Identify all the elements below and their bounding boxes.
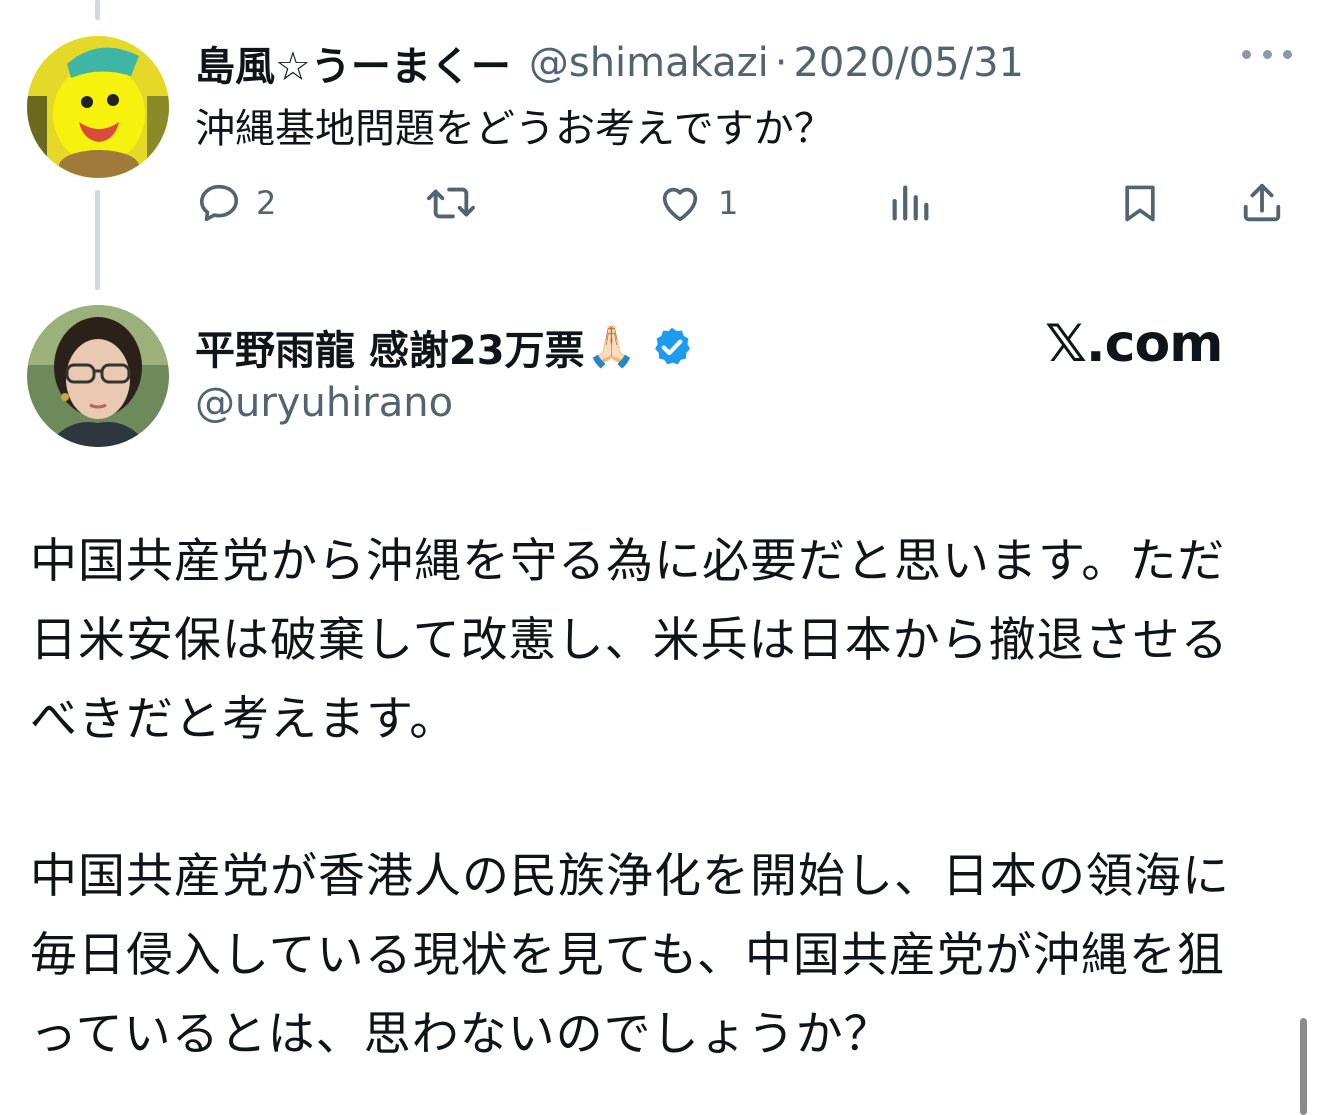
reply-action[interactable]: 2 bbox=[196, 180, 276, 226]
reply-count: 2 bbox=[256, 184, 277, 222]
paragraph-1-line: 日米安保は破棄して改憲し、米兵は日本から撤退させる bbox=[30, 613, 1229, 668]
paragraph-1-line: 中国共産党から沖縄を守る為に必要だと思います。ただ bbox=[30, 534, 1226, 589]
retweet-action[interactable] bbox=[425, 180, 491, 226]
main-handle[interactable]: @uryuhirano bbox=[195, 380, 453, 426]
like-action[interactable]: 1 bbox=[656, 180, 738, 226]
verified-badge-icon[interactable] bbox=[650, 325, 694, 369]
reply-separator: · bbox=[774, 40, 788, 86]
more-icon[interactable] bbox=[1242, 44, 1292, 64]
scrollbar[interactable] bbox=[1300, 1018, 1307, 1115]
reply-handle[interactable]: @shimakazi bbox=[529, 40, 769, 86]
thread-line-top bbox=[95, 0, 100, 20]
bookmark-icon bbox=[1125, 185, 1155, 222]
avatar-shimakazi[interactable] bbox=[27, 36, 169, 178]
main-display-name[interactable]: 平野雨龍 感謝23万票 bbox=[195, 318, 585, 376]
xcom-watermark: 𝕏.com bbox=[1045, 314, 1223, 374]
share-action[interactable] bbox=[1238, 180, 1286, 226]
paragraph-2-line: っているとは、思わないのでしょうか？ bbox=[30, 1007, 892, 1062]
reply-icon bbox=[199, 184, 239, 222]
like-count: 1 bbox=[718, 184, 739, 222]
share-icon bbox=[1243, 183, 1281, 222]
like-icon bbox=[662, 187, 698, 222]
views-action[interactable] bbox=[887, 180, 933, 226]
main-tweet-paragraph-1: 中国共産党から沖縄を守る為に必要だと思います。ただ 日米安保は破棄して改憲し、米… bbox=[30, 522, 1295, 759]
thread-line-connector bbox=[95, 190, 100, 290]
bookmark-action[interactable] bbox=[1118, 180, 1162, 226]
retweet-icon bbox=[427, 187, 475, 219]
reply-date[interactable]: 2020/05/31 bbox=[793, 40, 1024, 86]
views-icon bbox=[892, 185, 929, 221]
paragraph-2-line: 毎日侵入している現状を見ても、中国共産党が沖縄を狙 bbox=[30, 928, 1225, 983]
reply-display-name[interactable]: 島風☆うーまくー bbox=[195, 34, 511, 92]
main-tweet-header: 平野雨龍 感謝23万票 🙏🏻 bbox=[195, 318, 694, 376]
pray-emoji: 🙏🏻 bbox=[586, 324, 637, 370]
paragraph-2-line: 中国共産党が香港人の民族浄化を開始し、日本の領海に bbox=[30, 849, 1230, 904]
paragraph-1-line: べきだと考えます。 bbox=[30, 692, 458, 747]
main-tweet-paragraph-2: 中国共産党が香港人の民族浄化を開始し、日本の領海に 毎日侵入している現状を見ても… bbox=[30, 837, 1295, 1074]
reply-tweet-text: 沖縄基地問題をどうお考えですか？ bbox=[195, 106, 834, 152]
avatar-uryuhirano[interactable] bbox=[27, 305, 169, 447]
reply-tweet-header: 島風☆うーまくー @shimakazi · 2020/05/31 bbox=[195, 34, 1024, 92]
